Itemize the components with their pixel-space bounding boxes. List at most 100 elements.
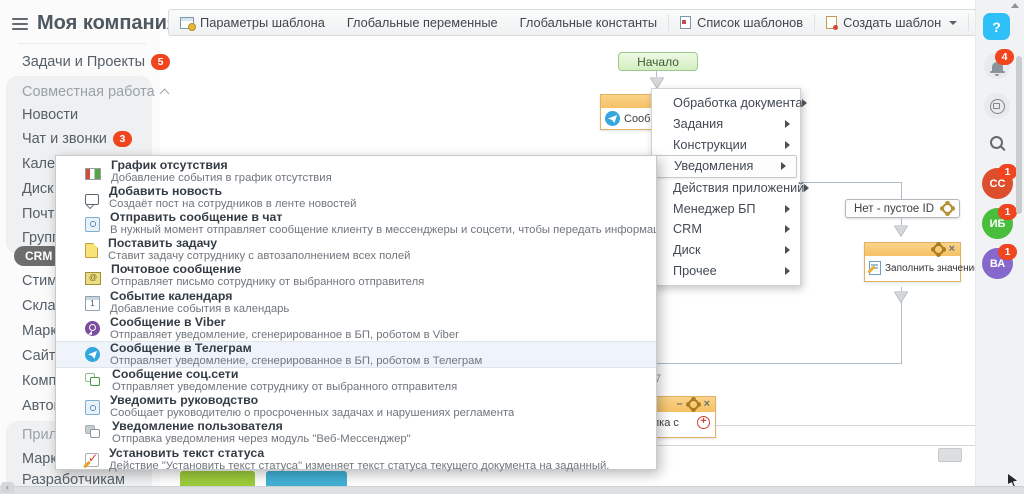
context-menu-item-crm[interactable]: CRM xyxy=(652,219,800,240)
avatar-ss[interactable]: СС 1 xyxy=(982,168,1013,199)
global-constants-button[interactable]: Глобальные константы xyxy=(509,10,668,35)
apply-button[interactable] xyxy=(266,471,347,487)
history-button[interactable] xyxy=(984,93,1010,119)
button-label: Глобальные переменные xyxy=(347,15,498,30)
close-icon[interactable]: × xyxy=(704,399,710,410)
footer-bar xyxy=(0,486,1024,494)
context-menu-item-other[interactable]: Прочее xyxy=(652,260,800,281)
close-icon[interactable]: × xyxy=(949,244,955,255)
action-title: Сообщение соц.сети xyxy=(112,368,457,381)
flow-node-branch-no-empty-id[interactable]: Нет - пустое ID xyxy=(845,199,960,218)
button-label: Параметры шаблона xyxy=(200,15,325,30)
search-button[interactable] xyxy=(990,136,1003,154)
template-params-button[interactable]: Параметры шаблона xyxy=(169,10,336,35)
divider xyxy=(18,43,146,44)
social-bubbles-icon xyxy=(85,373,102,390)
section-label: Совместная работа xyxy=(22,84,155,100)
button-label: Список шаблонов xyxy=(697,15,803,30)
connector-line xyxy=(656,70,657,77)
menu-item-label: Действия приложений xyxy=(673,181,804,195)
menu-item-label: Конструкции xyxy=(673,138,785,152)
connector-line xyxy=(901,182,902,199)
create-template-button[interactable]: Создать шаблон xyxy=(815,10,968,35)
sidebar-item-label: Задачи и Проекты xyxy=(22,54,145,70)
sidebar-item-news[interactable]: Новости xyxy=(22,107,78,123)
counter-badge: 1 xyxy=(998,244,1017,260)
submenu-item-absence-chart[interactable]: График отсутствия Добавление события в г… xyxy=(56,158,656,184)
submenu-arrow-icon xyxy=(804,184,809,192)
submenu-item-social-message[interactable]: Сообщение соц.сети Отправляет уведомлени… xyxy=(56,368,656,394)
menu-item-label: Задания xyxy=(673,117,785,131)
context-menu-item-constructions[interactable]: Конструкции xyxy=(652,134,800,155)
context-menu-item-bp-manager[interactable]: Менеджер БП xyxy=(652,198,800,219)
context-menu-item-tasks[interactable]: Задания xyxy=(652,114,800,135)
action-description: В нужный момент отправляет сообщение кли… xyxy=(110,224,656,236)
mail-icon: @ xyxy=(85,272,101,285)
menu-item-label: Уведомления xyxy=(674,159,781,173)
avatar-ib[interactable]: ИБ 1 xyxy=(982,208,1013,239)
action-description: Добавление события в календарь xyxy=(110,303,289,315)
submenu-arrow-icon xyxy=(785,205,790,213)
connector-line xyxy=(901,217,902,225)
canvas-scrollbar-thumb[interactable] xyxy=(938,448,962,462)
add-icon[interactable]: + xyxy=(697,416,710,429)
connector-arrow-icon[interactable] xyxy=(894,291,908,302)
hamburger-menu-icon[interactable] xyxy=(12,18,28,20)
submenu-item-add-news[interactable]: Добавить новость Создаёт пост на сотрудн… xyxy=(56,184,656,210)
gear-icon[interactable] xyxy=(942,203,953,214)
action-description: Действие "Установить текст статуса" изме… xyxy=(109,460,609,472)
help-button[interactable]: ? xyxy=(983,13,1010,40)
counter-badge: 1 xyxy=(998,204,1017,220)
submenu-item-send-chat-message[interactable]: Отправить сообщение в чат В нужный момен… xyxy=(56,210,656,236)
user-bubbles-icon xyxy=(85,425,102,442)
menu-item-label: CRM xyxy=(673,222,785,236)
gear-icon[interactable] xyxy=(933,244,944,255)
flow-node-fill-id[interactable]: × Заполнить значение ID xyxy=(864,242,961,282)
submenu-item-user-notification[interactable]: Уведомление пользователя Отправка уведом… xyxy=(56,420,656,446)
sidebar-item-disk[interactable]: Диск xyxy=(22,181,54,197)
gear-icon[interactable] xyxy=(688,399,699,410)
submenu-item-set-status-text[interactable]: Установить текст статуса Действие "Устан… xyxy=(56,446,656,472)
notifications-button[interactable]: 4 xyxy=(984,53,1010,79)
sidebar-item-chat-calls[interactable]: Чат и звонки 3 xyxy=(22,131,132,147)
node-label: Нет - пустое ID xyxy=(846,203,942,215)
context-menu-item-app-actions[interactable]: Действия приложений xyxy=(652,178,800,199)
avatar-va[interactable]: ВА 1 xyxy=(982,248,1013,279)
save-button[interactable] xyxy=(180,471,255,487)
action-title: Почтовое сообщение xyxy=(111,263,424,276)
calendar-icon: 1 xyxy=(85,296,100,311)
scroll-up-caret-icon[interactable] xyxy=(1011,3,1019,8)
flow-node-start[interactable]: Начало xyxy=(618,52,698,71)
telegram-icon xyxy=(85,347,100,362)
global-variables-button[interactable]: Глобальные переменные xyxy=(336,10,509,35)
node-header: × xyxy=(865,243,960,256)
sidebar-collapse-tab[interactable]: ‹ xyxy=(1,482,14,493)
action-description: Отправка уведомления через модуль "Веб-М… xyxy=(112,433,411,445)
submenu-item-telegram-message[interactable]: Сообщение в Телеграм Отправляет уведомле… xyxy=(56,341,656,367)
sidebar-item-tasks[interactable]: Задачи и Проекты 5 xyxy=(22,54,170,70)
submenu-arrow-icon xyxy=(781,162,786,170)
connector-arrow-icon[interactable] xyxy=(650,77,664,88)
minimize-icon[interactable]: – xyxy=(676,399,682,410)
action-description: Добавление события в график отсутствия xyxy=(111,172,332,184)
submenu-item-calendar-event[interactable]: 1 Событие календаря Добавление события в… xyxy=(56,289,656,315)
document-edit-icon xyxy=(869,261,881,275)
context-menu-item-document-processing[interactable]: Обработка документа xyxy=(652,93,800,114)
template-list-button[interactable]: Список шаблонов xyxy=(669,10,814,35)
connector-arrow-icon[interactable] xyxy=(894,225,908,236)
submenu-item-create-task[interactable]: Поставить задачу Ставит задачу сотрудник… xyxy=(56,237,656,263)
company-name[interactable]: Моя компания xyxy=(37,12,179,35)
submenu-arrow-icon xyxy=(802,99,807,107)
action-title: Уведомление пользователя xyxy=(112,420,411,433)
chat-message-icon xyxy=(85,217,100,232)
connector-line xyxy=(901,302,902,363)
submenu-item-notify-management[interactable]: Уведомить руководство Сообщает руководит… xyxy=(56,394,656,420)
submenu-item-email-message[interactable]: @ Почтовое сообщение Отправляет письмо с… xyxy=(56,263,656,289)
counter-badge: 5 xyxy=(151,54,170,70)
submenu-item-viber-message[interactable]: Сообщение в Viber Отправляет уведомление… xyxy=(56,315,656,341)
right-scrollbar-thumb[interactable] xyxy=(1016,56,1022,214)
context-menu-item-notifications[interactable]: Уведомления xyxy=(655,155,797,178)
context-menu-item-disk[interactable]: Диск xyxy=(652,240,800,261)
action-description: Отправляет уведомление, сгенерированное … xyxy=(110,329,459,341)
sidebar-section-collaboration[interactable]: Совместная работа xyxy=(22,84,168,100)
